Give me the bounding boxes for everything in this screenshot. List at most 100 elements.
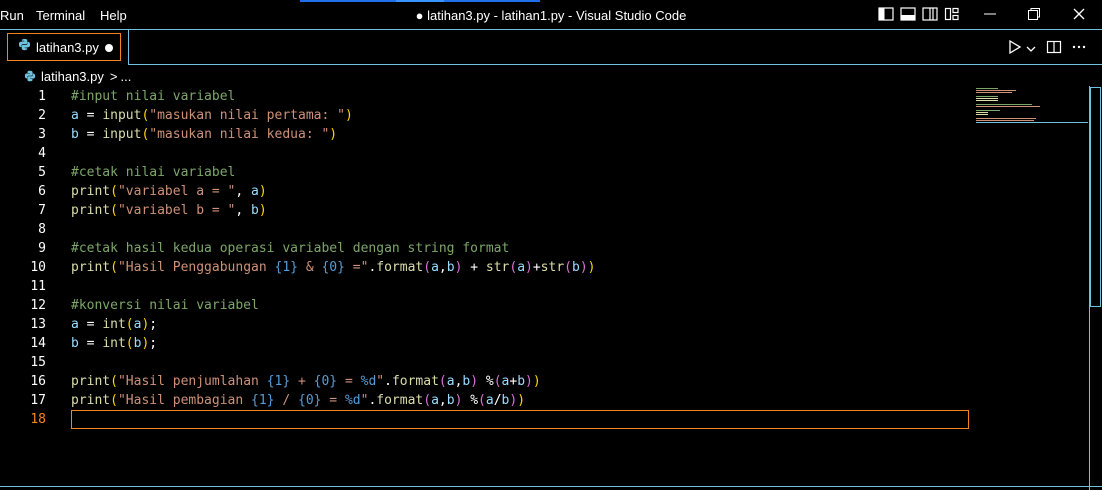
- code-token: b: [71, 336, 79, 351]
- customize-layout-icon[interactable]: [944, 6, 962, 24]
- code-token: {0}: [321, 260, 345, 275]
- tab-label: latihan3.py: [36, 39, 99, 55]
- code-token: ): [579, 260, 588, 275]
- code-token: ): [525, 374, 533, 389]
- line-number[interactable]: 16: [0, 372, 46, 391]
- code-token: /: [274, 393, 298, 408]
- line-number[interactable]: 18: [0, 410, 46, 429]
- code-line[interactable]: #input nilai variabel: [71, 87, 235, 106]
- line-number[interactable]: 1: [0, 87, 46, 106]
- breadcrumb-separator: >: [109, 68, 118, 84]
- minimap-slider[interactable]: [976, 86, 1088, 123]
- line-number[interactable]: 11: [0, 277, 46, 296]
- code-token: ,: [235, 184, 252, 199]
- code-token: {1}: [274, 260, 298, 275]
- code-token: (: [564, 260, 572, 275]
- line-number[interactable]: 14: [0, 334, 46, 353]
- code-token: ": [376, 374, 385, 389]
- more-actions-icon[interactable]: [1071, 39, 1087, 60]
- breadcrumb-python-icon: [24, 70, 36, 82]
- run-icon[interactable]: [1008, 39, 1022, 60]
- code-token: "Hasil Penggabungan: [117, 260, 275, 275]
- split-editor-icon[interactable]: [1046, 39, 1062, 60]
- line-number[interactable]: 12: [0, 296, 46, 315]
- line-number[interactable]: 15: [0, 353, 46, 372]
- code-token: ): [329, 127, 338, 142]
- scrollbar-thumb[interactable]: [1090, 87, 1101, 307]
- menu-help[interactable]: Help: [100, 8, 127, 23]
- code-line[interactable]: print("variabel b = ", b): [71, 201, 267, 220]
- toggle-panel-icon[interactable]: [900, 6, 918, 24]
- code-token: (: [423, 393, 432, 408]
- close-icon[interactable]: [1071, 6, 1089, 24]
- tab-bar: latihan3.py: [0, 30, 1102, 65]
- code-token: .: [384, 374, 392, 389]
- code-token: a: [71, 317, 79, 332]
- code-token: =: [78, 317, 103, 332]
- code-line[interactable]: a = int(a);: [71, 315, 157, 334]
- breadcrumb-more[interactable]: ...: [120, 69, 131, 84]
- code-token: {0}: [298, 393, 322, 408]
- line-number[interactable]: 7: [0, 201, 46, 220]
- toggle-secondary-sidebar-icon[interactable]: [922, 6, 940, 24]
- code-token: =: [321, 393, 345, 408]
- line-number[interactable]: 17: [0, 391, 46, 410]
- minimize-icon[interactable]: [982, 6, 1000, 24]
- code-line[interactable]: print("Hasil Penggabungan {1} & {0} =".f…: [71, 258, 595, 277]
- code-token: =: [78, 108, 103, 123]
- code-token: int: [102, 336, 126, 351]
- code-token: #cetak nilai variabel: [71, 165, 236, 180]
- code-token: %d: [360, 374, 377, 389]
- code-token: a: [446, 374, 455, 389]
- toggle-primary-sidebar-icon[interactable]: [878, 6, 896, 24]
- line-number[interactable]: 6: [0, 182, 46, 201]
- code-token: ;: [149, 317, 158, 332]
- code-line[interactable]: #konversi nilai variabel: [71, 296, 259, 315]
- line-number[interactable]: 13: [0, 315, 46, 334]
- code-line[interactable]: b = input("masukan nilai kedua: "): [71, 125, 337, 144]
- title-focus-strip-mid: [396, 0, 444, 2]
- menu-terminal[interactable]: Terminal: [36, 8, 85, 23]
- line-number[interactable]: 5: [0, 163, 46, 182]
- code-token: /: [493, 393, 502, 408]
- code-editor[interactable]: 1 #input nilai variabel 2 a = input("masuka…: [0, 86, 1102, 490]
- code-token: ): [517, 393, 526, 408]
- breadcrumb-file[interactable]: latihan3.py: [41, 69, 104, 84]
- code-token: &: [298, 260, 322, 275]
- code-line[interactable]: b = int(b);: [71, 334, 157, 353]
- code-token: ): [532, 374, 541, 389]
- code-line[interactable]: print("variabel a = ", a): [71, 182, 267, 201]
- code-token: (: [509, 260, 518, 275]
- code-token: (: [110, 374, 118, 389]
- line-number[interactable]: 2: [0, 106, 46, 125]
- code-line[interactable]: print("Hasil penjumlahan {1} + {0} = %d"…: [71, 372, 541, 391]
- restore-icon[interactable]: [1026, 6, 1044, 24]
- code-line[interactable]: print("Hasil pembagian {1} / {0} = %d".f…: [71, 391, 525, 410]
- code-token: (: [125, 317, 134, 332]
- code-token: ): [587, 260, 596, 275]
- unsaved-dot-icon[interactable]: [105, 44, 113, 52]
- code-token: =": [344, 260, 369, 275]
- code-token: (: [110, 184, 118, 199]
- code-token: =: [78, 336, 103, 351]
- line-number[interactable]: 8: [0, 220, 46, 239]
- run-dropdown-chevron-icon[interactable]: [1026, 41, 1036, 59]
- code-token: {0}: [313, 374, 338, 389]
- menu-run[interactable]: Run: [0, 8, 24, 23]
- line-number[interactable]: 9: [0, 239, 46, 258]
- code-token: b: [251, 203, 259, 218]
- code-token: int: [102, 317, 126, 332]
- line-number[interactable]: 10: [0, 258, 46, 277]
- code-token: (: [110, 393, 118, 408]
- code-line[interactable]: #cetak nilai variabel: [71, 163, 235, 182]
- code-token: ): [344, 108, 353, 123]
- code-line[interactable]: a = input("masukan nilai pertama: "): [71, 106, 353, 125]
- code-token: str: [485, 260, 510, 275]
- code-line[interactable]: #cetak hasil kedua operasi variabel deng…: [71, 239, 509, 258]
- title-focus-strip-right: [444, 0, 540, 2]
- code-token: a: [71, 108, 79, 123]
- line-number[interactable]: 3: [0, 125, 46, 144]
- tab-bar-border: [128, 64, 1102, 65]
- line-number[interactable]: 4: [0, 144, 46, 163]
- tab-latihan3[interactable]: latihan3.py: [7, 33, 121, 61]
